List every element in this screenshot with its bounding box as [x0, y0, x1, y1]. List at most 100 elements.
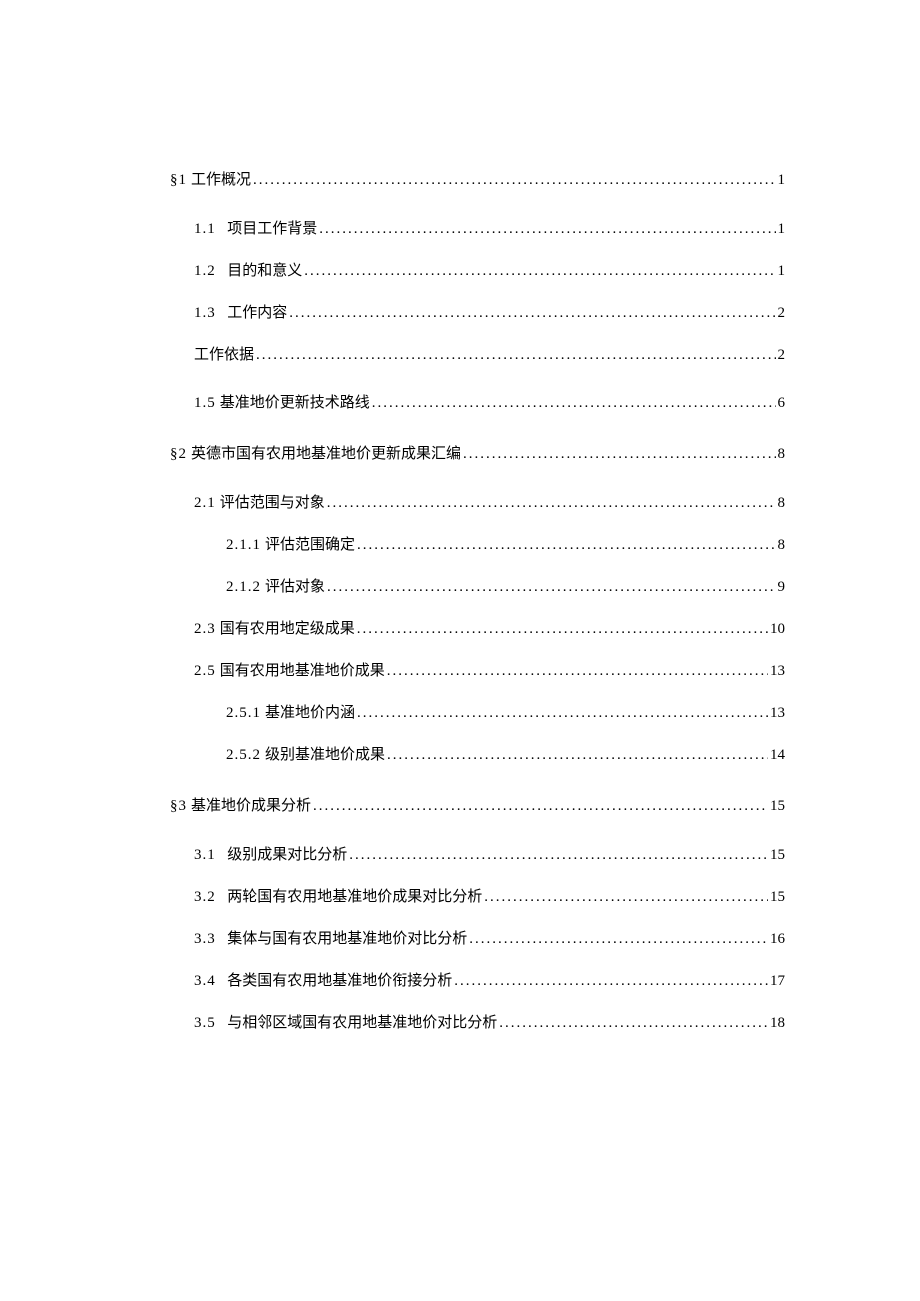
toc-entry: 2.5国有农用地基准地价成果 13 [194, 661, 785, 682]
toc-entry: 1.2 目的和意义1 [194, 261, 785, 282]
toc-page-number: 13 [770, 703, 785, 724]
toc-page-number: 6 [778, 393, 786, 414]
toc-label: 工作依据 [194, 345, 254, 366]
toc-leader-dots [313, 796, 768, 817]
toc-page-number: 2 [778, 303, 786, 324]
toc-title: 国有农用地定级成果 [220, 621, 355, 637]
toc-number: 3.3 [194, 931, 216, 947]
toc-number: 3.4 [194, 973, 216, 989]
toc-entry: 1.5基准地价更新技术路线 6 [194, 393, 785, 414]
toc-label: 3.5 与相邻区域国有农用地基准地价对比分析 [194, 1013, 497, 1034]
toc-title: 英德市国有农用地基准地价更新成果汇编 [191, 446, 461, 462]
toc-leader-dots [357, 703, 768, 724]
toc-page-number: 8 [778, 535, 786, 556]
toc-page-number: 14 [770, 745, 785, 766]
toc-entry: 1.1 项目工作背景 1 [194, 219, 785, 240]
toc-title: 各类国有农用地基准地价衔接分析 [227, 973, 452, 989]
toc-leader-dots [256, 345, 775, 366]
toc-page-number: 9 [778, 577, 786, 598]
toc-page-number: 8 [778, 493, 786, 514]
toc-number: §3 [170, 798, 187, 814]
toc-page-number: 16 [770, 929, 785, 950]
toc-page-number: 15 [770, 796, 785, 817]
toc-entry: §3基准地价成果分析 15 [170, 796, 785, 817]
toc-entry: 2.5.1基准地价内涵13 [226, 703, 785, 724]
toc-title: 集体与国有农用地基准地价对比分析 [227, 931, 467, 947]
toc-leader-dots [463, 444, 775, 465]
toc-number: 2.1 [194, 495, 216, 511]
toc-label: 2.1.1评估范围确定 [226, 535, 355, 556]
toc-leader-dots [387, 745, 768, 766]
toc-number: 2.5 [194, 663, 216, 679]
toc-entry: 2.3国有农用地定级成果 10 [194, 619, 785, 640]
toc-page-number: 15 [770, 845, 785, 866]
toc-entry: §2英德市国有农用地基准地价更新成果汇编 8 [170, 444, 785, 465]
toc-page-number: 18 [770, 1013, 785, 1034]
toc-leader-dots [387, 661, 768, 682]
toc-label: 1.1 项目工作背景 [194, 219, 317, 240]
toc-title: 工作依据 [194, 347, 254, 363]
toc-leader-dots [349, 845, 768, 866]
toc-number: 3.2 [194, 889, 216, 905]
toc-label: 3.1 级别成果对比分析 [194, 845, 347, 866]
toc-leader-dots [304, 261, 775, 282]
toc-label: 2.5国有农用地基准地价成果 [194, 661, 385, 682]
toc-page: §1工作概况11.1 项目工作背景11.2 目的和意义11.3 工作内容2工作依… [0, 0, 920, 1034]
toc-entry: 工作依据 2 [194, 345, 785, 366]
toc-leader-dots [454, 971, 768, 992]
toc-leader-dots [499, 1013, 768, 1034]
toc-title: 级别成果对比分析 [227, 847, 347, 863]
toc-leader-dots [372, 393, 776, 414]
toc-title: 与相邻区域国有农用地基准地价对比分析 [227, 1015, 497, 1031]
toc-title: 目的和意义 [227, 263, 302, 279]
toc-number: 1.1 [194, 221, 216, 237]
toc-leader-dots [319, 219, 775, 240]
toc-label: 2.1评估范围与对象 [194, 493, 325, 514]
table-of-contents: §1工作概况11.1 项目工作背景11.2 目的和意义11.3 工作内容2工作依… [170, 170, 785, 1034]
toc-leader-dots [327, 577, 775, 598]
toc-label: §3基准地价成果分析 [170, 796, 311, 817]
toc-entry: 3.1 级别成果对比分析 15 [194, 845, 785, 866]
toc-label: 2.1.2评估对象 [226, 577, 325, 598]
toc-label: 1.5基准地价更新技术路线 [194, 393, 370, 414]
toc-title: 国有农用地基准地价成果 [220, 663, 385, 679]
toc-entry: 2.1.1评估范围确定 8 [226, 535, 785, 556]
toc-label: 3.4 各类国有农用地基准地价衔接分析 [194, 971, 452, 992]
toc-number: §2 [170, 446, 187, 462]
toc-title: 项目工作背景 [227, 221, 317, 237]
toc-label: §2英德市国有农用地基准地价更新成果汇编 [170, 444, 461, 465]
toc-title: 工作概况 [191, 172, 251, 188]
toc-page-number: 8 [778, 444, 786, 465]
toc-title: 工作内容 [227, 305, 287, 321]
toc-number: 2.3 [194, 621, 216, 637]
toc-title: 两轮国有农用地基准地价成果对比分析 [227, 889, 482, 905]
toc-number: 1.5 [194, 395, 216, 411]
toc-title: 评估对象 [265, 579, 325, 595]
toc-entry: 1.3 工作内容 2 [194, 303, 785, 324]
toc-entry: 3.2 两轮国有农用地基准地价成果对比分析15 [194, 887, 785, 908]
toc-page-number: 1 [778, 219, 786, 240]
toc-title: 级别基准地价成果 [265, 747, 385, 763]
toc-title: 评估范围与对象 [220, 495, 325, 511]
toc-page-number: 13 [770, 661, 785, 682]
toc-number: 1.2 [194, 263, 216, 279]
toc-label: 2.5.2级别基准地价成果 [226, 745, 385, 766]
toc-number: 3.5 [194, 1015, 216, 1031]
toc-leader-dots [327, 493, 776, 514]
toc-page-number: 1 [778, 170, 786, 191]
toc-entry: §1工作概况1 [170, 170, 785, 191]
toc-entry: 2.5.2级别基准地价成果 14 [226, 745, 785, 766]
toc-label: 1.2 目的和意义 [194, 261, 302, 282]
toc-entry: 3.5 与相邻区域国有农用地基准地价对比分析 18 [194, 1013, 785, 1034]
toc-leader-dots [357, 535, 775, 556]
toc-leader-dots [357, 619, 768, 640]
toc-leader-dots [469, 929, 768, 950]
toc-page-number: 2 [778, 345, 786, 366]
toc-page-number: 10 [770, 619, 785, 640]
toc-title: 基准地价内涵 [265, 705, 355, 721]
toc-number: 3.1 [194, 847, 216, 863]
toc-number: 1.3 [194, 305, 216, 321]
toc-title: 基准地价更新技术路线 [220, 395, 370, 411]
toc-leader-dots [289, 303, 775, 324]
toc-entry: 2.1评估范围与对象 8 [194, 493, 785, 514]
